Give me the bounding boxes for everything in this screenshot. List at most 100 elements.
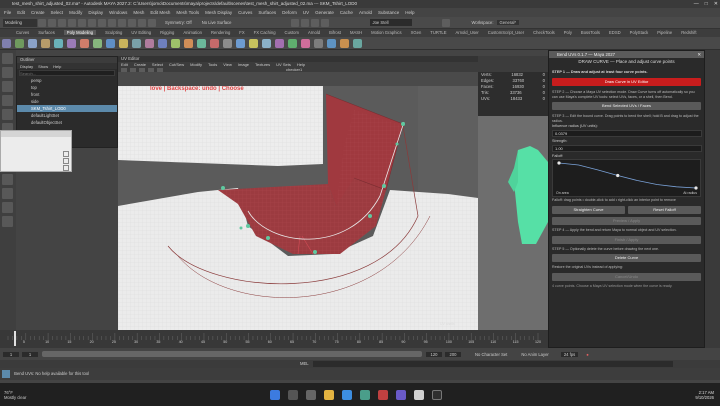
start-time-field[interactable]: 1	[3, 351, 19, 357]
poly-sphere-icon[interactable]	[2, 38, 11, 48]
auto-key-icon[interactable]: ●	[586, 352, 589, 357]
character-set-dropdown[interactable]: No Character Set	[475, 352, 507, 357]
shelf-tab-bifrost[interactable]: Bifrost	[329, 30, 341, 35]
menu-uv[interactable]: UV	[303, 10, 309, 15]
menu-curves[interactable]: Curves	[238, 10, 252, 15]
anim-layer-dropdown[interactable]: No Anim Layer	[521, 352, 548, 357]
curve-point[interactable]	[382, 184, 386, 188]
select-component-icon[interactable]	[108, 18, 116, 27]
uv-menu-edit[interactable]: Edit	[121, 62, 128, 67]
target-weld-icon[interactable]	[171, 38, 180, 48]
cut-uv-icon[interactable]	[301, 38, 310, 48]
shelf-tab-motion-graphics[interactable]: Motion Graphics	[371, 30, 402, 35]
poly-torus-icon[interactable]	[67, 38, 76, 48]
shelf-tab-uv-editing[interactable]: UV Editing	[131, 30, 151, 35]
uv-menu-modify[interactable]: Modify	[190, 62, 202, 67]
shelf-tab-animation[interactable]: Animation	[183, 30, 202, 35]
range-bar[interactable]	[42, 351, 422, 357]
menu-mesh-display[interactable]: Mesh Display	[205, 10, 232, 15]
search-icon[interactable]	[288, 389, 299, 400]
task-view-icon[interactable]	[306, 389, 317, 400]
shelf-tab-edsd[interactable]: EDSD	[609, 30, 621, 35]
uv-editor-icon[interactable]	[236, 38, 245, 48]
smooth-icon[interactable]	[106, 38, 115, 48]
uv-menu-textures[interactable]: Textures	[255, 62, 270, 67]
range-start-field[interactable]: 1	[22, 351, 38, 357]
select-object-icon[interactable]	[98, 18, 106, 27]
uv-menu-select[interactable]: Select	[152, 62, 163, 67]
curve-point[interactable]	[395, 142, 399, 146]
ipr-render-icon[interactable]	[301, 18, 310, 27]
menu-windows[interactable]: Windows	[109, 10, 127, 15]
sew-uv-icon[interactable]	[314, 38, 323, 48]
move-tool-icon[interactable]	[2, 95, 13, 106]
select-hierarchy-icon[interactable]	[88, 18, 96, 27]
influence-radius-input[interactable]	[552, 130, 702, 138]
time-slider[interactable]: 5 10 15 20 25 30 35 40 45 50 55 60 65 70 75 80 85 90 95 100…	[0, 330, 548, 348]
shelf-tab-surfaces[interactable]: Surfaces	[38, 30, 55, 35]
falloff-point[interactable]	[557, 161, 561, 165]
planar-map-icon[interactable]	[249, 38, 258, 48]
outliner-item[interactable]: persp	[17, 77, 117, 84]
separate-icon[interactable]	[93, 38, 102, 48]
save-scene-icon[interactable]	[58, 18, 66, 27]
menu-edit-mesh[interactable]: Edit Mesh	[150, 10, 170, 15]
live-surface-label[interactable]: No Live Surface	[202, 20, 232, 25]
bend-uvs-icon[interactable]	[340, 38, 349, 48]
browser-icon[interactable]	[342, 389, 353, 400]
mel-label[interactable]: MEL	[300, 360, 309, 368]
rotate-tool-icon[interactable]	[2, 109, 13, 120]
shelf-tab-poly-modeling[interactable]: Poly Modeling	[63, 30, 97, 35]
snap-view-icon[interactable]	[148, 18, 156, 27]
outliner-layout-icon[interactable]	[2, 216, 13, 227]
falloff-graph[interactable]: On area At radius	[552, 159, 701, 198]
shelf-tab-customscript-user[interactable]: CustomScript_User	[488, 30, 524, 35]
outliner-menu-display[interactable]: Display	[20, 64, 33, 69]
curve-point[interactable]	[368, 214, 372, 218]
outliner-search-input[interactable]	[19, 70, 115, 76]
menu-select[interactable]: Select	[51, 10, 64, 15]
shelf-tab-curves[interactable]: Curves	[16, 30, 29, 35]
mode-dropdown[interactable]: Modeling	[3, 18, 37, 27]
auto-uv-icon[interactable]	[262, 38, 271, 48]
shelf-tab-arnold[interactable]: Arnold	[308, 30, 320, 35]
menu-mesh[interactable]: Mesh	[133, 10, 144, 15]
curve-point[interactable]	[266, 236, 270, 240]
uv-menu-create[interactable]: Create	[134, 62, 146, 67]
new-scene-icon[interactable]	[38, 18, 46, 27]
shelf-tab-sculpting[interactable]: Sculpting	[105, 30, 122, 35]
command-input[interactable]	[312, 361, 673, 367]
menu-cache[interactable]: Cache	[340, 10, 353, 15]
layout-single-icon[interactable]	[2, 174, 13, 185]
shelf-tab-custom[interactable]: Custom	[285, 30, 299, 35]
outliner-item[interactable]: top	[17, 84, 117, 91]
combine-icon[interactable]	[80, 38, 89, 48]
redo-icon[interactable]	[78, 18, 86, 27]
curve-point[interactable]	[401, 122, 405, 126]
curve-point[interactable]	[313, 250, 317, 254]
layout-icon[interactable]	[288, 38, 297, 48]
lasso-tool-icon[interactable]	[2, 67, 13, 78]
app-icon[interactable]	[414, 389, 425, 400]
outliner-item[interactable]: defaultObjectSet	[17, 119, 117, 126]
checkbox-icon[interactable]	[63, 151, 69, 157]
menu-create[interactable]: Create	[31, 10, 45, 15]
outliner-menu-show[interactable]: Show	[38, 64, 48, 69]
strength-input[interactable]	[552, 145, 702, 153]
app-icon[interactable]	[396, 389, 407, 400]
finish-apply-button[interactable]: Finish / Apply	[552, 235, 701, 244]
menu-help[interactable]: Help	[405, 10, 414, 15]
uv-viewport[interactable]	[118, 86, 478, 330]
menu-substance[interactable]: Substance	[378, 10, 399, 15]
open-scene-icon[interactable]	[48, 18, 56, 27]
object-field[interactable]: Joe Stell	[370, 19, 413, 26]
uv-menu-image[interactable]: Image	[238, 62, 249, 67]
menu-edit[interactable]: Edit	[17, 10, 25, 15]
unfold-icon[interactable]	[275, 38, 284, 48]
bridge-icon[interactable]	[145, 38, 154, 48]
outliner-item[interactable]: SKM_Tshirt_LOD0	[17, 105, 117, 112]
range-end-field[interactable]: 120	[426, 351, 442, 357]
undo-icon[interactable]	[68, 18, 76, 27]
current-time-indicator[interactable]	[14, 331, 16, 346]
poly-plane-icon[interactable]	[54, 38, 63, 48]
